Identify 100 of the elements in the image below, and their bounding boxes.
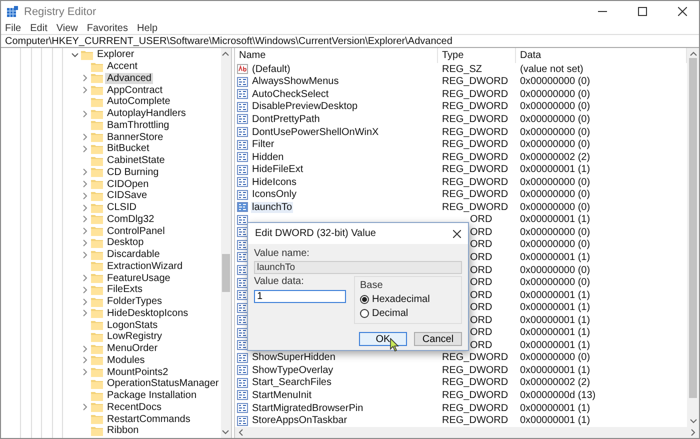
minimize-icon[interactable] [598, 11, 606, 12]
scroll-thumb[interactable] [222, 254, 230, 292]
value-name[interactable]: AutoCheckSelect [251, 88, 330, 100]
value-name[interactable]: DisablePreviewDesktop [251, 101, 359, 112]
close-icon[interactable] [453, 230, 461, 238]
tree-item[interactable]: HideDesktopIcons [105, 308, 190, 319]
tree-item[interactable]: AutoComplete [105, 96, 172, 108]
tree-item[interactable]: Modules [105, 354, 147, 366]
dialog-button[interactable]: Cancel [414, 332, 462, 346]
value-name[interactable]: Start_SearchFiles [251, 377, 332, 388]
scrollbar[interactable] [220, 48, 231, 438]
chevron-right-icon[interactable] [81, 286, 89, 294]
tree-item[interactable]: BamThrottling [105, 120, 172, 131]
tree-item[interactable]: CIDSave [105, 190, 150, 202]
value-name[interactable]: HideFileExt [251, 164, 304, 176]
chevron-down-icon[interactable] [71, 50, 79, 59]
tree-item[interactable]: ControlPanel [105, 226, 167, 237]
radio-option[interactable]: Decimal [360, 308, 456, 319]
value-name[interactable]: launchTo [251, 202, 294, 213]
scroll-up-icon[interactable] [222, 51, 230, 56]
value-name[interactable]: DontPrettyPath [251, 114, 321, 125]
tree-item[interactable]: MenuOrder [105, 343, 160, 354]
menu-item[interactable]: Help [136, 22, 158, 34]
chevron-right-icon[interactable] [81, 227, 89, 236]
chevron-right-icon[interactable] [81, 74, 89, 82]
column-header[interactable]: Type [438, 48, 516, 63]
chevron-right-icon[interactable] [81, 274, 89, 282]
tree-item[interactable]: Explorer [95, 49, 136, 60]
chevron-right-icon[interactable] [81, 403, 89, 412]
chevron-right-icon[interactable] [81, 192, 89, 200]
chevron-right-icon[interactable] [81, 144, 89, 153]
value-name[interactable]: ShowTypeOverlay [251, 364, 334, 376]
chevron-right-icon[interactable] [81, 86, 89, 94]
chevron-right-icon[interactable] [81, 368, 89, 376]
value-name[interactable]: StartMenuInit [251, 390, 312, 401]
tree-item[interactable]: FolderTypes [105, 296, 164, 308]
scroll-down-icon[interactable] [690, 419, 696, 424]
value-name[interactable]: IconsOnly [251, 189, 298, 200]
tree-item[interactable]: ComDlg32 [105, 214, 156, 225]
chevron-right-icon[interactable] [81, 180, 89, 188]
tree-item[interactable]: CIDOpen [105, 178, 151, 190]
tree-item[interactable]: Package Installation [105, 390, 199, 402]
value-name[interactable]: (Default) [251, 64, 292, 75]
value-data-field[interactable]: 1 [254, 290, 346, 303]
value-name[interactable]: HideIcons [251, 176, 298, 188]
tree-item[interactable]: OperationStatusManager [105, 378, 221, 390]
tree-item[interactable]: BannerStore [105, 132, 166, 143]
chevron-right-icon[interactable] [81, 344, 89, 353]
tree-item[interactable]: CabinetState [105, 155, 167, 166]
tree-item[interactable]: Discardable [105, 249, 162, 260]
menu-item[interactable]: View [56, 22, 78, 34]
close-icon[interactable] [678, 7, 686, 16]
chevron-right-icon[interactable] [81, 110, 89, 118]
tree-item[interactable]: MountPoints2 [105, 366, 170, 378]
scroll-right-icon[interactable] [691, 429, 696, 436]
scroll-up-icon[interactable] [690, 51, 696, 56]
chevron-right-icon[interactable] [81, 238, 89, 247]
radio-icon[interactable] [360, 295, 369, 304]
value-name[interactable]: ShowSuperHidden [251, 352, 336, 364]
scroll-down-icon[interactable] [222, 430, 230, 435]
tree-item[interactable]: RestartCommands [105, 414, 192, 425]
value-name[interactable]: AlwaysShowMenus [251, 76, 340, 88]
tree-item[interactable]: ExtractionWizard [105, 260, 185, 272]
value-name[interactable]: Filter [251, 139, 276, 150]
tree-item[interactable]: AppContract [105, 84, 165, 96]
scroll-left-icon[interactable] [238, 429, 243, 436]
tree-item[interactable]: FeatureUsage [105, 272, 172, 284]
menu-item[interactable]: Edit [30, 22, 48, 34]
horizontal-scrollbar[interactable] [235, 427, 699, 438]
chevron-right-icon[interactable] [81, 133, 89, 142]
chevron-right-icon[interactable] [81, 298, 89, 306]
chevron-right-icon[interactable] [81, 204, 89, 212]
value-name[interactable]: Hidden [251, 152, 285, 163]
chevron-right-icon[interactable] [81, 215, 89, 224]
value-name-field[interactable]: launchTo [254, 261, 462, 274]
chevron-right-icon[interactable] [81, 168, 89, 176]
tree-item[interactable]: Desktop [105, 237, 146, 248]
tree-item[interactable]: LogonStats [105, 320, 160, 331]
radio-icon[interactable] [360, 309, 369, 318]
value-name[interactable]: StartMigratedBrowserPin [251, 402, 364, 414]
tree-item[interactable]: BitBucket [105, 143, 152, 154]
tree-item[interactable]: Ribbon [105, 425, 141, 436]
tree-item[interactable]: CD Burning [105, 166, 161, 178]
radio-option[interactable]: Hexadecimal [360, 294, 456, 305]
chevron-right-icon[interactable] [81, 356, 89, 364]
maximize-icon[interactable] [638, 7, 646, 16]
tree-item[interactable]: FileExts [105, 284, 145, 296]
tree-item[interactable]: RecentDocs [105, 402, 164, 413]
column-header[interactable]: Name [235, 48, 438, 63]
chevron-right-icon[interactable] [81, 250, 89, 259]
address-bar[interactable]: Computer\HKEY_CURRENT_USER\Software\Microsoft\Windows\CurrentVersion\Explorer\Advanced [1, 34, 699, 48]
tree-item[interactable]: LowRegistry [105, 331, 164, 342]
tree-item[interactable]: AutoplayHandlers [105, 108, 188, 120]
tree-item[interactable]: CLSID [105, 202, 138, 214]
dialog-button[interactable]: OK [359, 332, 407, 346]
scrollbar[interactable] [687, 48, 699, 427]
menu-item[interactable]: File [5, 22, 22, 34]
scroll-thumb[interactable] [689, 58, 697, 398]
menu-item[interactable]: Favorites [86, 22, 128, 34]
value-name[interactable]: StoreAppsOnTaskbar [251, 415, 348, 426]
